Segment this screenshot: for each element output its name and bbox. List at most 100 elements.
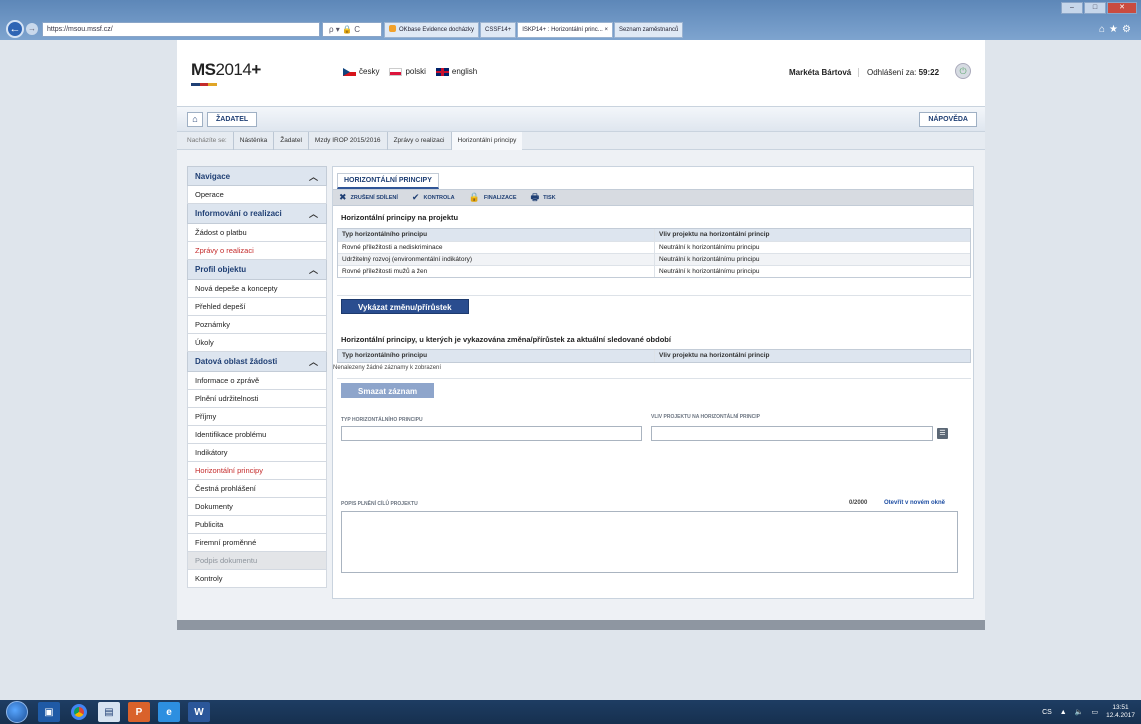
table-row[interactable]: Rovné příležitosti mužů a žen Neutrální … [338, 265, 970, 277]
help-button[interactable]: NÁPOVĚDA [919, 112, 977, 127]
lang-czech[interactable]: česky [343, 67, 379, 76]
popis-plneni-textarea[interactable] [341, 511, 958, 573]
column-header-vliv[interactable]: Vliv projektu na horizontální princip [655, 350, 970, 362]
sidebar-item-prijmy[interactable]: Příjmy [187, 408, 327, 426]
language-switcher: česky polski english [343, 67, 477, 76]
field-label-popis: POPIS PLNĚNÍ CÍLŮ PROJEKTU [341, 501, 418, 507]
table-cell: Neutrální k horizontálnímu principu [659, 244, 760, 251]
sidebar-item-poznamky[interactable]: Poznámky [187, 316, 327, 334]
sidebar-item-indikatory[interactable]: Indikátory [187, 444, 327, 462]
column-header-typ[interactable]: Typ horizontálního principu [338, 350, 655, 362]
browser-tabs: OKbase Evidence docházky CSSF14+ ISKP14+… [384, 22, 684, 38]
breadcrumb-current: Horizontální principy [450, 131, 523, 150]
sidebar-item-prehled-depesi[interactable]: Přehled depeší [187, 298, 327, 316]
zruseni-sdileni-button[interactable]: ✖ ZRUŠENÍ SDÍLENÍ [339, 192, 398, 203]
sidebar-item-publicita[interactable]: Publicita [187, 516, 327, 534]
browser-tab-seznam[interactable]: Seznam zaměstnanců [613, 22, 684, 38]
sidebar-item-firemni-promenne[interactable]: Firemní proměnné [187, 534, 327, 552]
close-window-button[interactable]: ✕ [1107, 2, 1137, 14]
sidebar-item-informace-o-zprave[interactable]: Informace o zprávě [187, 372, 327, 390]
language-indicator[interactable]: CS [1042, 709, 1052, 716]
role-button[interactable]: ŽADATEL [207, 112, 258, 127]
chevron-up-icon: ︿ [308, 209, 318, 219]
breadcrumb: Nacházíte se: Nástěnka Žadatel Mzdy IROP… [177, 131, 985, 150]
tray-arrow-icon[interactable]: ▲ [1060, 709, 1067, 716]
sidebar-item-ukoly[interactable]: Úkoly [187, 334, 327, 352]
chrome-icon[interactable] [68, 702, 90, 722]
search-refresh-box[interactable]: ρ ▾ 🔒 C [322, 22, 382, 37]
internet-explorer-icon[interactable]: e [158, 702, 180, 722]
volume-icon[interactable]: 🔈 [1075, 708, 1084, 716]
czech-flag-icon [343, 67, 356, 76]
nav-section-profil-objektu[interactable]: Profil objektu ︿ [187, 260, 327, 280]
table-cell: Rovné příležitosti mužů a žen [338, 266, 655, 277]
browser-tab-cssf[interactable]: CSSF14+ [480, 22, 517, 38]
kontrola-button[interactable]: ✔ KONTROLA [412, 192, 455, 203]
breadcrumb-item[interactable]: Zprávy o realizaci [386, 131, 451, 150]
polish-flag-icon [389, 67, 403, 76]
sidebar-item-horizontalni-principy[interactable]: Horizontální principy [187, 462, 327, 480]
windows-start-icon[interactable] [6, 701, 28, 723]
powerpoint-icon[interactable]: P [128, 702, 150, 722]
sidebar-item-plneni-udrzitelnosti[interactable]: Plnění udržitelnosti [187, 390, 327, 408]
ms2014-logo[interactable]: MS2014+ [191, 60, 261, 80]
table-row[interactable]: Rovné příležitosti a nediskriminace Neut… [338, 241, 970, 253]
page-footer-bar [177, 620, 985, 630]
lock-icon: 🔒 [468, 192, 480, 202]
sidebar-item-operace[interactable]: Operace [187, 186, 327, 204]
sidebar-item-kontroly[interactable]: Kontroly [187, 570, 327, 588]
sidebar-item-identifikace-problemu[interactable]: Identifikace problému [187, 426, 327, 444]
app-header: MS2014+ česky polski english Markéta Bár… [177, 40, 985, 106]
table-header-row: Typ horizontálního principu Vliv projekt… [338, 350, 970, 362]
section-title-zmeny: Horizontální principy, u kterých je vyka… [341, 335, 671, 344]
breadcrumb-item[interactable]: Mzdy IROP 2015/2016 [307, 131, 387, 150]
nav-section-informovani[interactable]: Informování o realizaci ︿ [187, 204, 327, 224]
list-picker-icon[interactable]: ☰ [937, 428, 948, 439]
network-icon[interactable]: ▭ [1091, 708, 1098, 716]
lang-polish[interactable]: polski [389, 67, 426, 76]
breadcrumb-item[interactable]: Žadatel [273, 131, 308, 150]
tisk-button[interactable]: 🖶 TISK [531, 190, 556, 206]
save-disk-icon[interactable]: ▣ [38, 702, 60, 722]
browser-tab-iskp[interactable]: ISKP14+ : Horizontální princ... × [517, 22, 613, 38]
lang-english[interactable]: english [435, 67, 477, 76]
chevron-up-icon: ︿ [308, 357, 318, 367]
power-icon[interactable]: ⏻ [955, 63, 971, 79]
table-row[interactable]: Udržitelný rozvoj (environmentální indik… [338, 253, 970, 265]
word-icon[interactable]: W [188, 702, 210, 722]
nav-section-datova-oblast[interactable]: Datová oblast žádosti ︿ [187, 352, 327, 372]
home-icon[interactable]: ⌂ [187, 112, 203, 127]
browser-chrome: ← → https://msou.mssf.cz/ ρ ▾ 🔒 C OKbase… [0, 0, 1141, 40]
browser-tool-icons[interactable]: ⌂★⚙ [1099, 24, 1135, 35]
open-new-window-link[interactable]: Otevřít v novém okně [884, 500, 945, 506]
sidebar-item-zadost-o-platbu[interactable]: Žádost o platbu [187, 224, 327, 242]
field-label-vliv: VLIV PROJEKTU NA HORIZONTÁLNÍ PRINCIP [651, 414, 760, 420]
role-bar: ⌂ ŽADATEL NÁPOVĚDA [177, 106, 985, 132]
nav-section-navigace[interactable]: Navigace ︿ [187, 166, 327, 186]
tab-horizontalni-principy[interactable]: HORIZONTÁLNÍ PRINCIPY [337, 173, 439, 189]
vliv-projektu-field[interactable] [651, 426, 933, 441]
sidebar-item-dokumenty[interactable]: Dokumenty [187, 498, 327, 516]
breadcrumb-item[interactable]: Nástěnka [232, 131, 273, 150]
forward-arrow-icon[interactable]: → [26, 23, 38, 35]
table-cell: Neutrální k horizontálnímu principu [659, 268, 760, 275]
user-name[interactable]: Markéta Bártová [789, 68, 851, 77]
clock[interactable]: 13:51 12.4.2017 [1106, 704, 1135, 720]
section-title-principy: Horizontální principy na projektu [341, 213, 459, 222]
typ-principu-field[interactable] [341, 426, 642, 441]
sidebar-item-zpravy-o-realizaci[interactable]: Zprávy o realizaci [187, 242, 327, 260]
notepad-icon[interactable]: ▤ [98, 702, 120, 722]
maximize-button[interactable]: □ [1084, 2, 1106, 14]
minimize-button[interactable]: – [1061, 2, 1083, 14]
back-arrow-icon[interactable]: ← [6, 20, 24, 38]
sidebar-item-cestna-prohlaseni[interactable]: Čestná prohlášení [187, 480, 327, 498]
vykazat-zmenu-button[interactable]: Vykázat změnu/přírůstek [341, 299, 469, 314]
column-header-typ[interactable]: Typ horizontálního principu [338, 229, 655, 241]
finalizace-button[interactable]: 🔒 FINALIZACE [469, 192, 517, 203]
browser-tab-okbase[interactable]: OKbase Evidence docházky [384, 22, 480, 38]
column-header-vliv[interactable]: Vliv projektu na horizontální princip [655, 229, 970, 241]
table-cell: Udržitelný rozvoj (environmentální indik… [338, 254, 655, 265]
tab-favicon-icon [389, 25, 396, 32]
sidebar-item-nova-depese[interactable]: Nová depeše a koncepty [187, 280, 327, 298]
address-bar[interactable]: https://msou.mssf.cz/ [42, 22, 320, 37]
